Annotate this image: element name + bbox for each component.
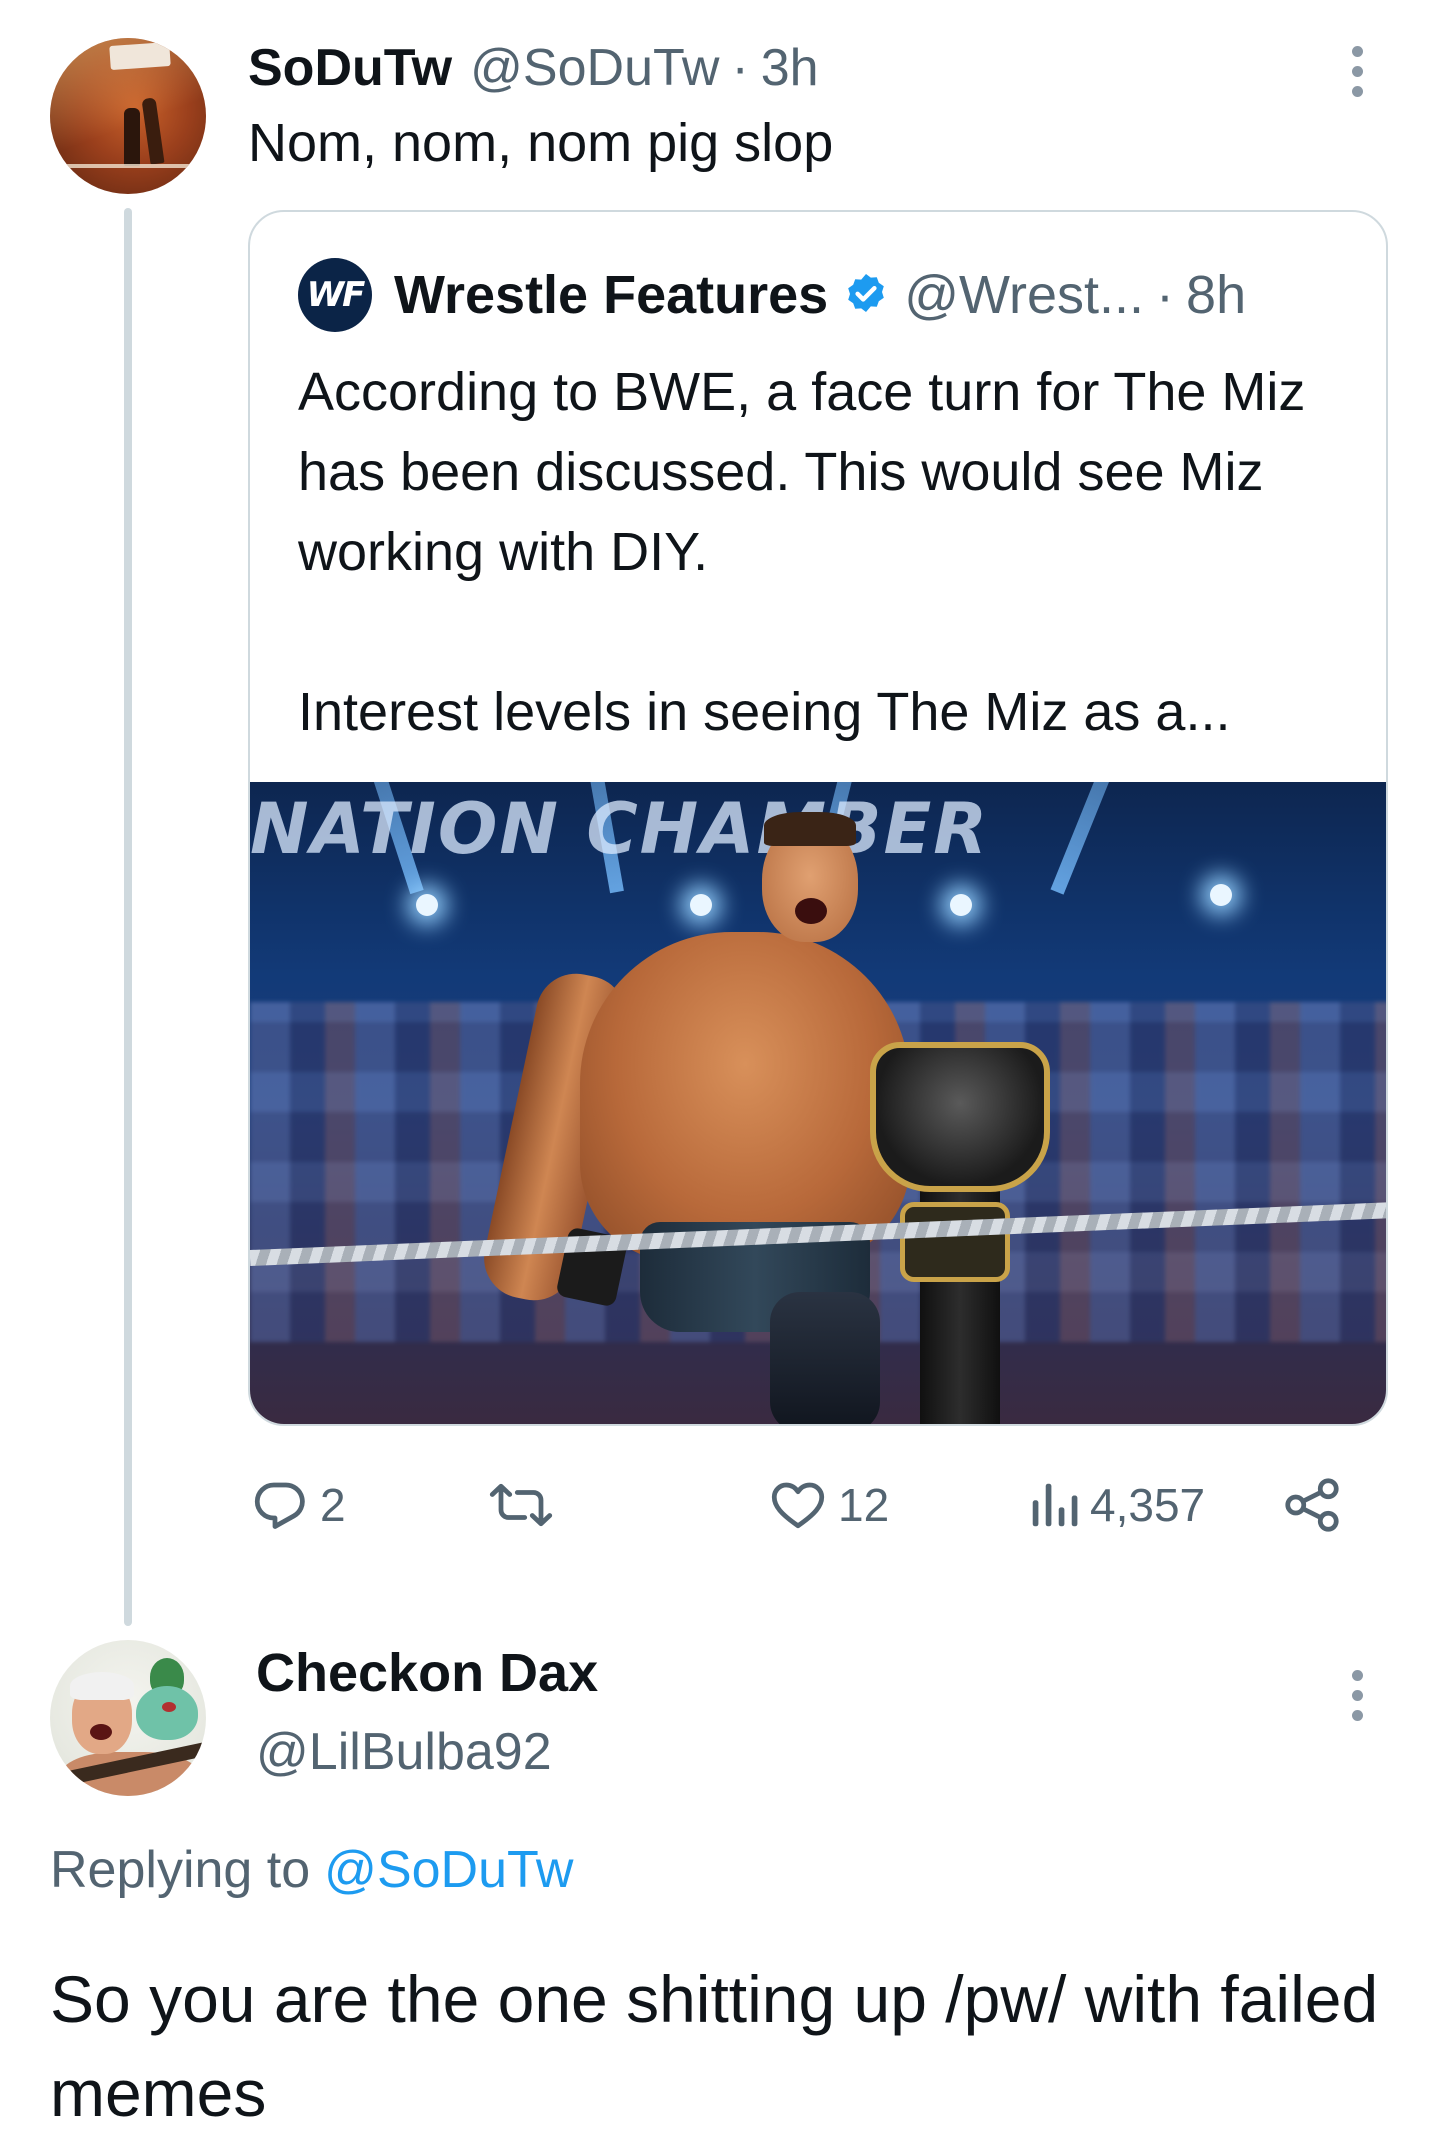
quoted-tweet-body: According to BWE, a face turn for The Mi… (298, 352, 1348, 752)
quoted-display-name[interactable]: Wrestle Features (394, 264, 828, 326)
avatar-lilbulba92[interactable] (50, 1640, 206, 1796)
quoted-timestamp[interactable]: 8h (1186, 264, 1246, 326)
tweet1-display-name[interactable]: SoDuTw (248, 38, 452, 98)
retweet-icon (489, 1483, 553, 1527)
share-button[interactable] (1282, 1470, 1342, 1540)
tweet1-handle[interactable]: @SoDuTw (470, 38, 719, 98)
replying-to: Replying to @SoDuTw (50, 1840, 573, 1900)
media-kneepad (770, 1292, 880, 1424)
like-button[interactable]: 12 (768, 1470, 889, 1540)
quoted-media-image[interactable]: NATION CHAMBER (250, 782, 1386, 1424)
avatar-sign (109, 41, 171, 71)
like-count: 12 (838, 1479, 890, 1531)
tweet1-separator: · (731, 39, 749, 97)
wf-logo-text: WF (306, 275, 366, 315)
quoted-tweet-header: WF Wrestle Features @Wrest... · 8h (298, 258, 1246, 332)
media-stage-light (416, 894, 438, 916)
avatar-rail (50, 164, 206, 168)
tweet2-text: So you are the one shitting up /pw/ with… (50, 1962, 1379, 2130)
avatar-creature (136, 1686, 198, 1740)
quoted-tweet-card[interactable]: WF Wrestle Features @Wrest... · 8h Accor… (248, 210, 1388, 1426)
quoted-separator: · (1156, 265, 1175, 325)
tweet-action-bar: 2 12 4,357 (0, 1470, 1440, 1540)
kebab-dot (1351, 1670, 1363, 1681)
heart-icon (771, 1482, 825, 1529)
share-icon (1285, 1478, 1339, 1532)
replying-mention-link[interactable]: @SoDuTw (324, 1841, 573, 1899)
media-championship-belt (870, 1042, 1050, 1192)
media-wrestler-torso (580, 932, 910, 1262)
wrestle-features-avatar[interactable]: WF (298, 258, 372, 332)
kebab-dot (1351, 66, 1363, 77)
tweet1-text: Nom, nom, nom pig slop (248, 113, 834, 173)
media-stage-light (1210, 884, 1232, 906)
kebab-dot (1351, 1690, 1363, 1701)
page: SoDuTw @SoDuTw · 3h Nom, nom, nom pig sl… (0, 0, 1440, 2152)
views-chart-icon (1032, 1483, 1078, 1527)
quoted-handle[interactable]: @Wrest... (904, 264, 1144, 326)
media-belt-sideplate (900, 1202, 1010, 1282)
media-wrestler-mouth (795, 898, 827, 924)
media-banner-text: NATION CHAMBER (250, 788, 990, 870)
tweet2-handle[interactable]: @LilBulba92 (256, 1722, 552, 1782)
reply-count: 2 (320, 1479, 346, 1531)
verified-badge-icon (848, 274, 885, 312)
tweet2-display-name[interactable]: Checkon Dax (256, 1642, 598, 1704)
avatar-mouth (90, 1724, 112, 1740)
more-options-icon[interactable] (1350, 1670, 1364, 1721)
tweet1-timestamp[interactable]: 3h (761, 38, 819, 98)
avatar-figure (124, 108, 140, 166)
reply-button[interactable]: 2 (250, 1470, 346, 1540)
quoted-body-paragraph: According to BWE, a face turn for The Mi… (298, 362, 1306, 582)
media-light-beam (1050, 782, 1199, 895)
reply-icon (254, 1482, 305, 1529)
more-options-icon[interactable] (1350, 46, 1364, 97)
media-wrestler-hair (764, 812, 856, 846)
views-button[interactable]: 4,357 (1028, 1470, 1205, 1540)
replying-prefix: Replying to (50, 1841, 311, 1899)
avatar-creature-eye (162, 1702, 176, 1712)
kebab-dot (1351, 1710, 1363, 1721)
thread-line (124, 208, 132, 1626)
avatar-hair (70, 1672, 134, 1700)
tweet1-header: SoDuTw @SoDuTw · 3h (248, 38, 819, 98)
quoted-body-paragraph: Interest levels in seeing The Miz as a..… (298, 682, 1231, 742)
media-stage-light (950, 894, 972, 916)
retweet-button[interactable] (488, 1470, 564, 1540)
avatar-sodutw[interactable] (50, 38, 206, 194)
views-count: 4,357 (1090, 1479, 1206, 1531)
media-stage-light (690, 894, 712, 916)
kebab-dot (1351, 46, 1363, 57)
kebab-dot (1351, 86, 1363, 97)
